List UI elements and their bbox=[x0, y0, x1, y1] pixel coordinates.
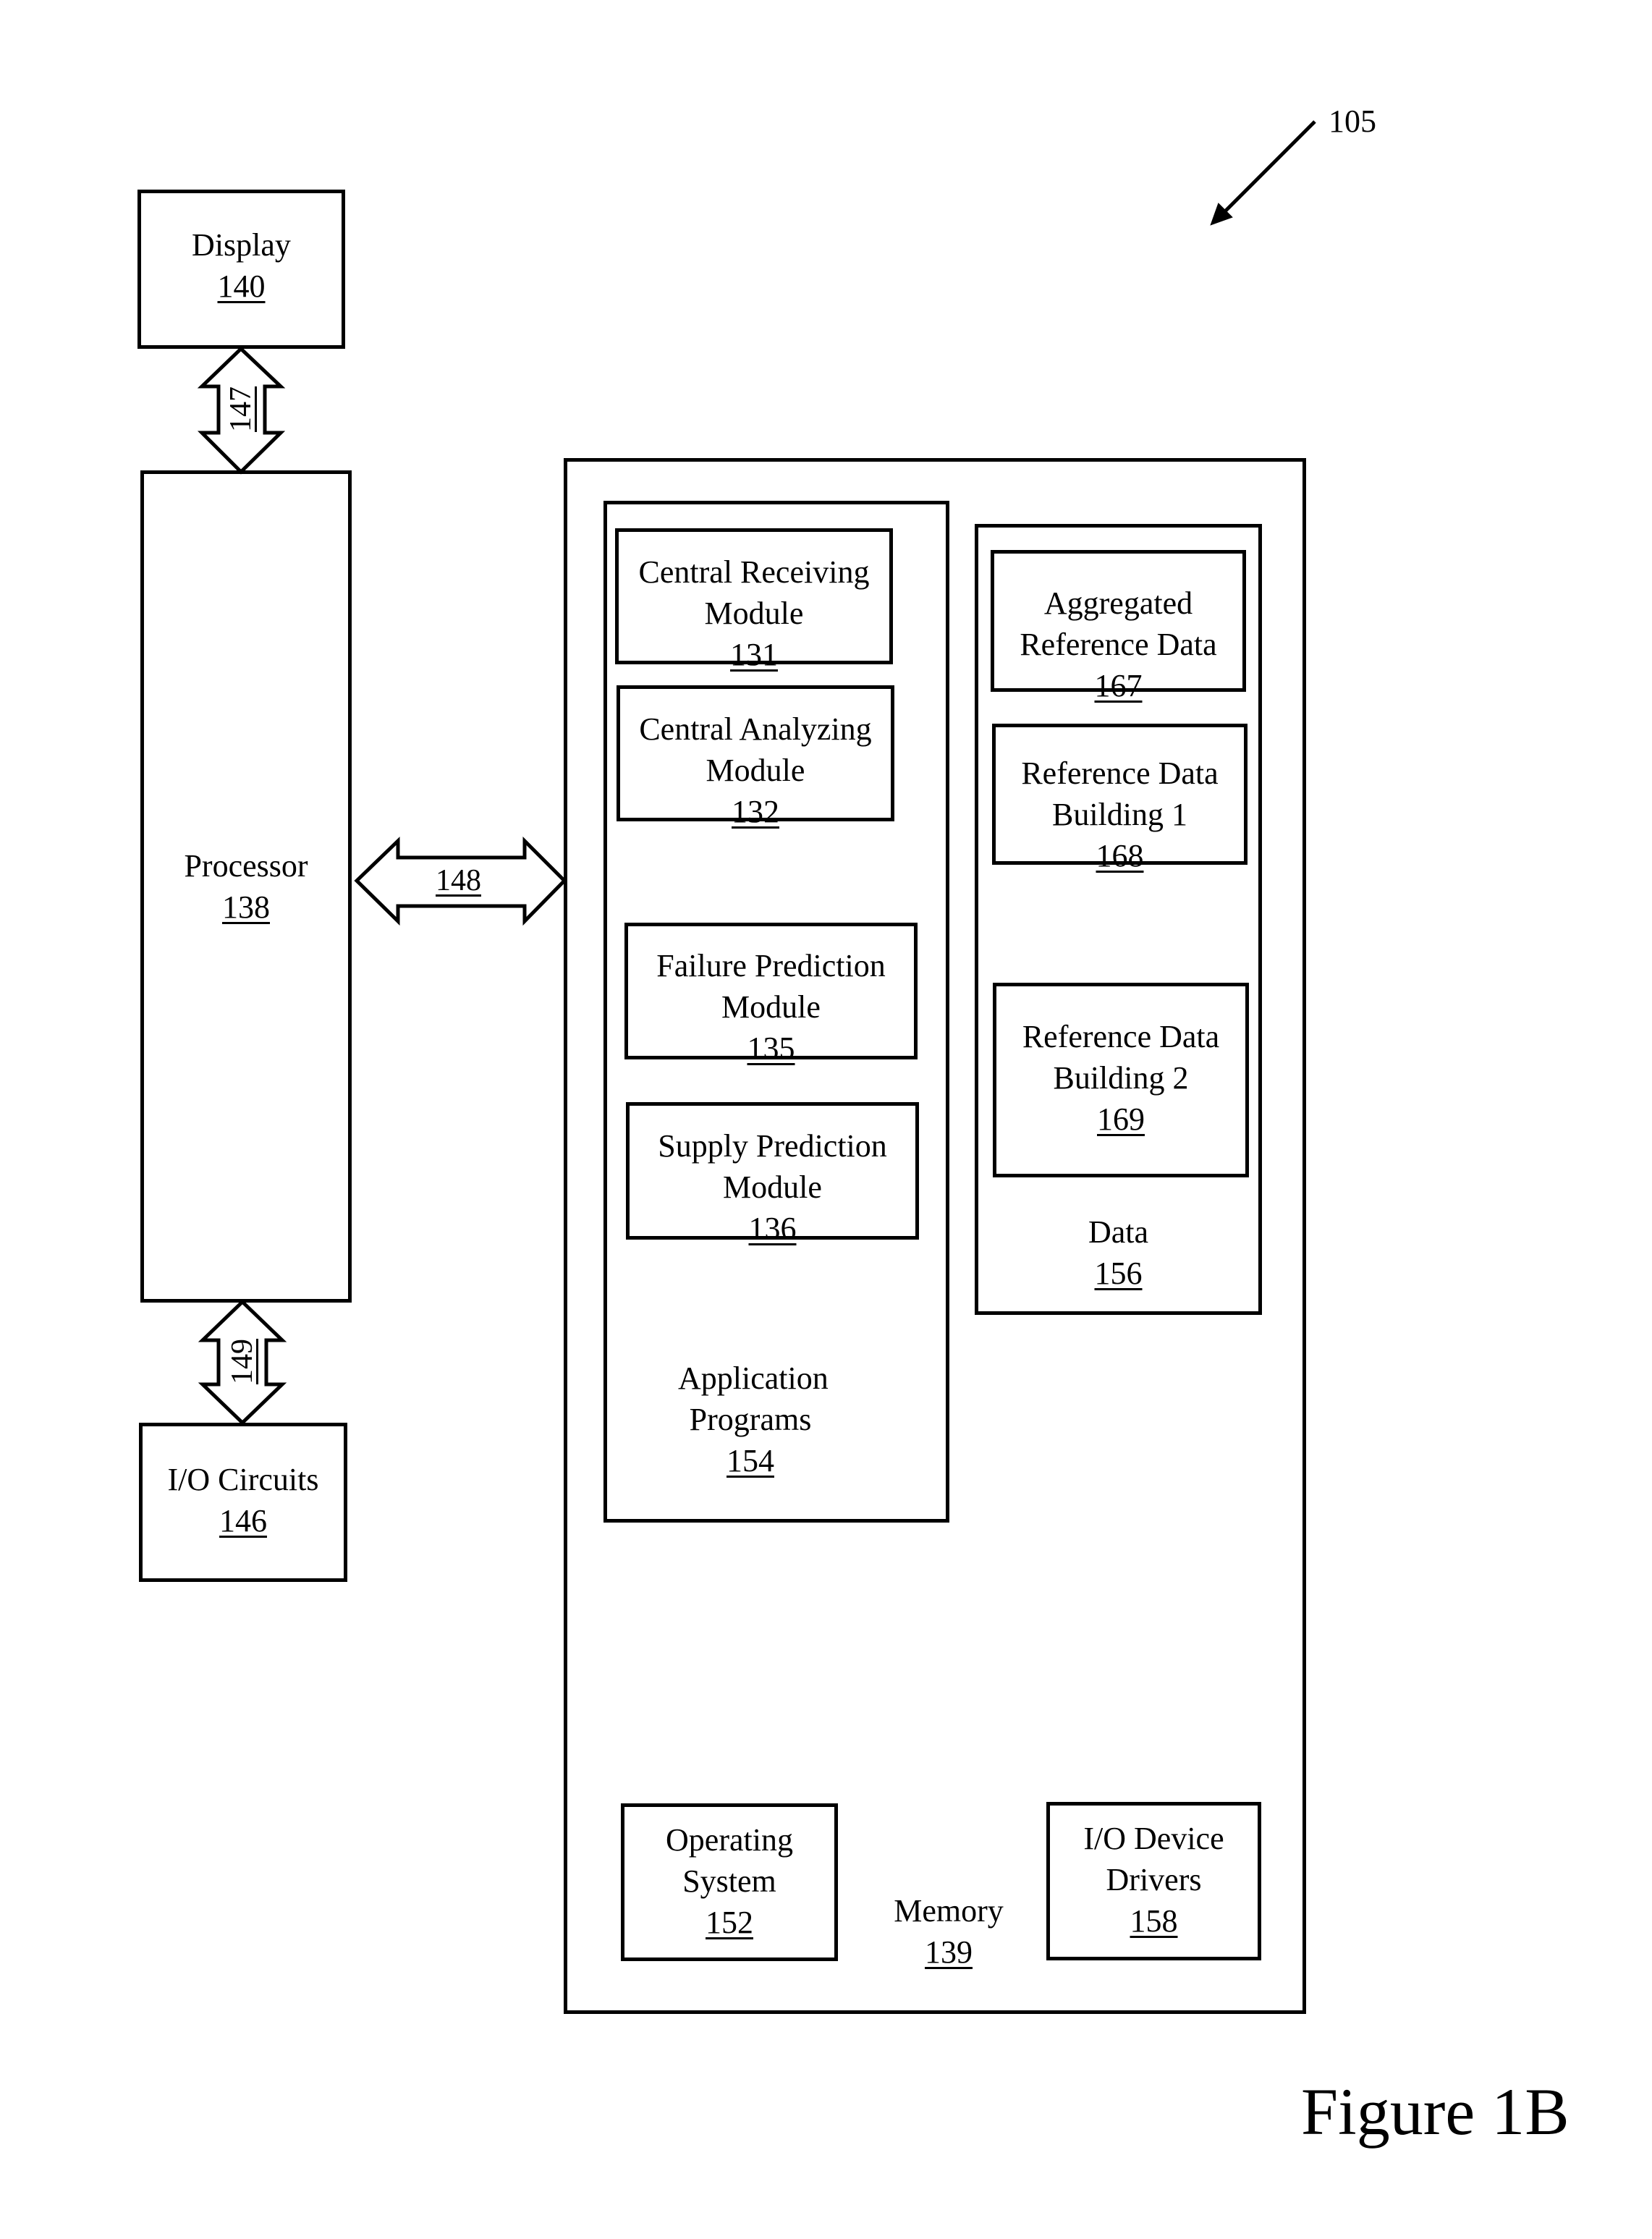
data-167-line2: Reference Data bbox=[1020, 627, 1217, 662]
memory-label: Memory 139 bbox=[876, 1890, 1021, 1973]
reference-data-building-2-label: Reference Data Building 2 169 bbox=[993, 1016, 1249, 1140]
leader-arrowhead-105 bbox=[1210, 203, 1233, 226]
figure-caption: Figure 1B bbox=[1301, 2075, 1570, 2149]
module-132-line2: Module bbox=[706, 753, 805, 788]
data-169-ref: 169 bbox=[1097, 1101, 1145, 1137]
io-circuits-ref: 146 bbox=[219, 1503, 267, 1538]
module-135-line2: Module bbox=[721, 989, 821, 1025]
supply-prediction-module-label: Supply Prediction Module 136 bbox=[626, 1125, 919, 1249]
data-168-line2: Building 1 bbox=[1051, 797, 1188, 832]
module-136-line2: Module bbox=[723, 1169, 822, 1205]
module-135-line1: Failure Prediction bbox=[656, 948, 886, 983]
module-132-line1: Central Analyzing bbox=[639, 711, 872, 747]
io-device-drivers-ref: 158 bbox=[1130, 1903, 1178, 1939]
operating-system-ref: 152 bbox=[706, 1905, 753, 1940]
module-131-ref: 131 bbox=[730, 637, 778, 672]
io-circuits-label: I/O Circuits 146 bbox=[139, 1459, 347, 1541]
operating-system-line1: Operating bbox=[666, 1822, 793, 1858]
module-136-line1: Supply Prediction bbox=[658, 1128, 887, 1164]
application-programs-name-line1: Application bbox=[678, 1360, 829, 1396]
display-ref: 140 bbox=[217, 268, 266, 304]
data-168-ref: 168 bbox=[1096, 838, 1144, 873]
central-receiving-module-label: Central Receiving Module 131 bbox=[615, 551, 893, 675]
io-circuits-name: I/O Circuits bbox=[167, 1462, 319, 1497]
operating-system-line2: System bbox=[682, 1863, 776, 1899]
bus-label-149: 149 bbox=[226, 1339, 259, 1384]
memory-ref: 139 bbox=[925, 1934, 973, 1970]
io-device-drivers-line1: I/O Device bbox=[1083, 1821, 1224, 1856]
display-label: Display 140 bbox=[137, 224, 345, 307]
system-reference-105: 105 bbox=[1329, 103, 1376, 139]
data-169-line2: Building 2 bbox=[1053, 1060, 1189, 1096]
bus-label-147: 147 bbox=[224, 386, 258, 432]
data-label: Data 156 bbox=[975, 1211, 1262, 1294]
bus-label-148: 148 bbox=[436, 864, 481, 897]
data-169-line1: Reference Data bbox=[1022, 1019, 1220, 1054]
data-name: Data bbox=[1088, 1214, 1149, 1250]
module-132-ref: 132 bbox=[732, 794, 779, 829]
reference-data-building-1-label: Reference Data Building 1 168 bbox=[992, 753, 1248, 876]
failure-prediction-module-label: Failure Prediction Module 135 bbox=[624, 945, 918, 1069]
aggregated-reference-data-label: Aggregated Reference Data 167 bbox=[991, 583, 1246, 706]
module-131-line2: Module bbox=[704, 596, 804, 631]
memory-name: Memory bbox=[894, 1893, 1004, 1929]
data-167-ref: 167 bbox=[1094, 668, 1143, 703]
data-167-line1: Aggregated bbox=[1043, 585, 1193, 621]
data-168-line1: Reference Data bbox=[1021, 755, 1219, 791]
data-ref: 156 bbox=[1094, 1256, 1143, 1291]
processor-ref: 138 bbox=[222, 889, 270, 925]
processor-name: Processor bbox=[184, 848, 308, 884]
application-programs-ref: 154 bbox=[727, 1443, 774, 1478]
operating-system-label: Operating System 152 bbox=[621, 1819, 838, 1943]
module-131-line1: Central Receiving bbox=[638, 554, 870, 590]
io-device-drivers-line2: Drivers bbox=[1106, 1862, 1202, 1897]
module-136-ref: 136 bbox=[748, 1211, 797, 1246]
display-name: Display bbox=[192, 227, 291, 263]
leader-line-105 bbox=[1221, 120, 1316, 215]
processor-label: Processor 138 bbox=[140, 845, 352, 928]
application-programs-name-line2: Programs bbox=[689, 1402, 812, 1437]
central-analyzing-module-label: Central Analyzing Module 132 bbox=[617, 708, 894, 832]
io-device-drivers-label: I/O Device Drivers 158 bbox=[1046, 1818, 1261, 1942]
module-135-ref: 135 bbox=[747, 1030, 795, 1066]
application-programs-label: Application Programs 154 bbox=[678, 1358, 829, 1481]
